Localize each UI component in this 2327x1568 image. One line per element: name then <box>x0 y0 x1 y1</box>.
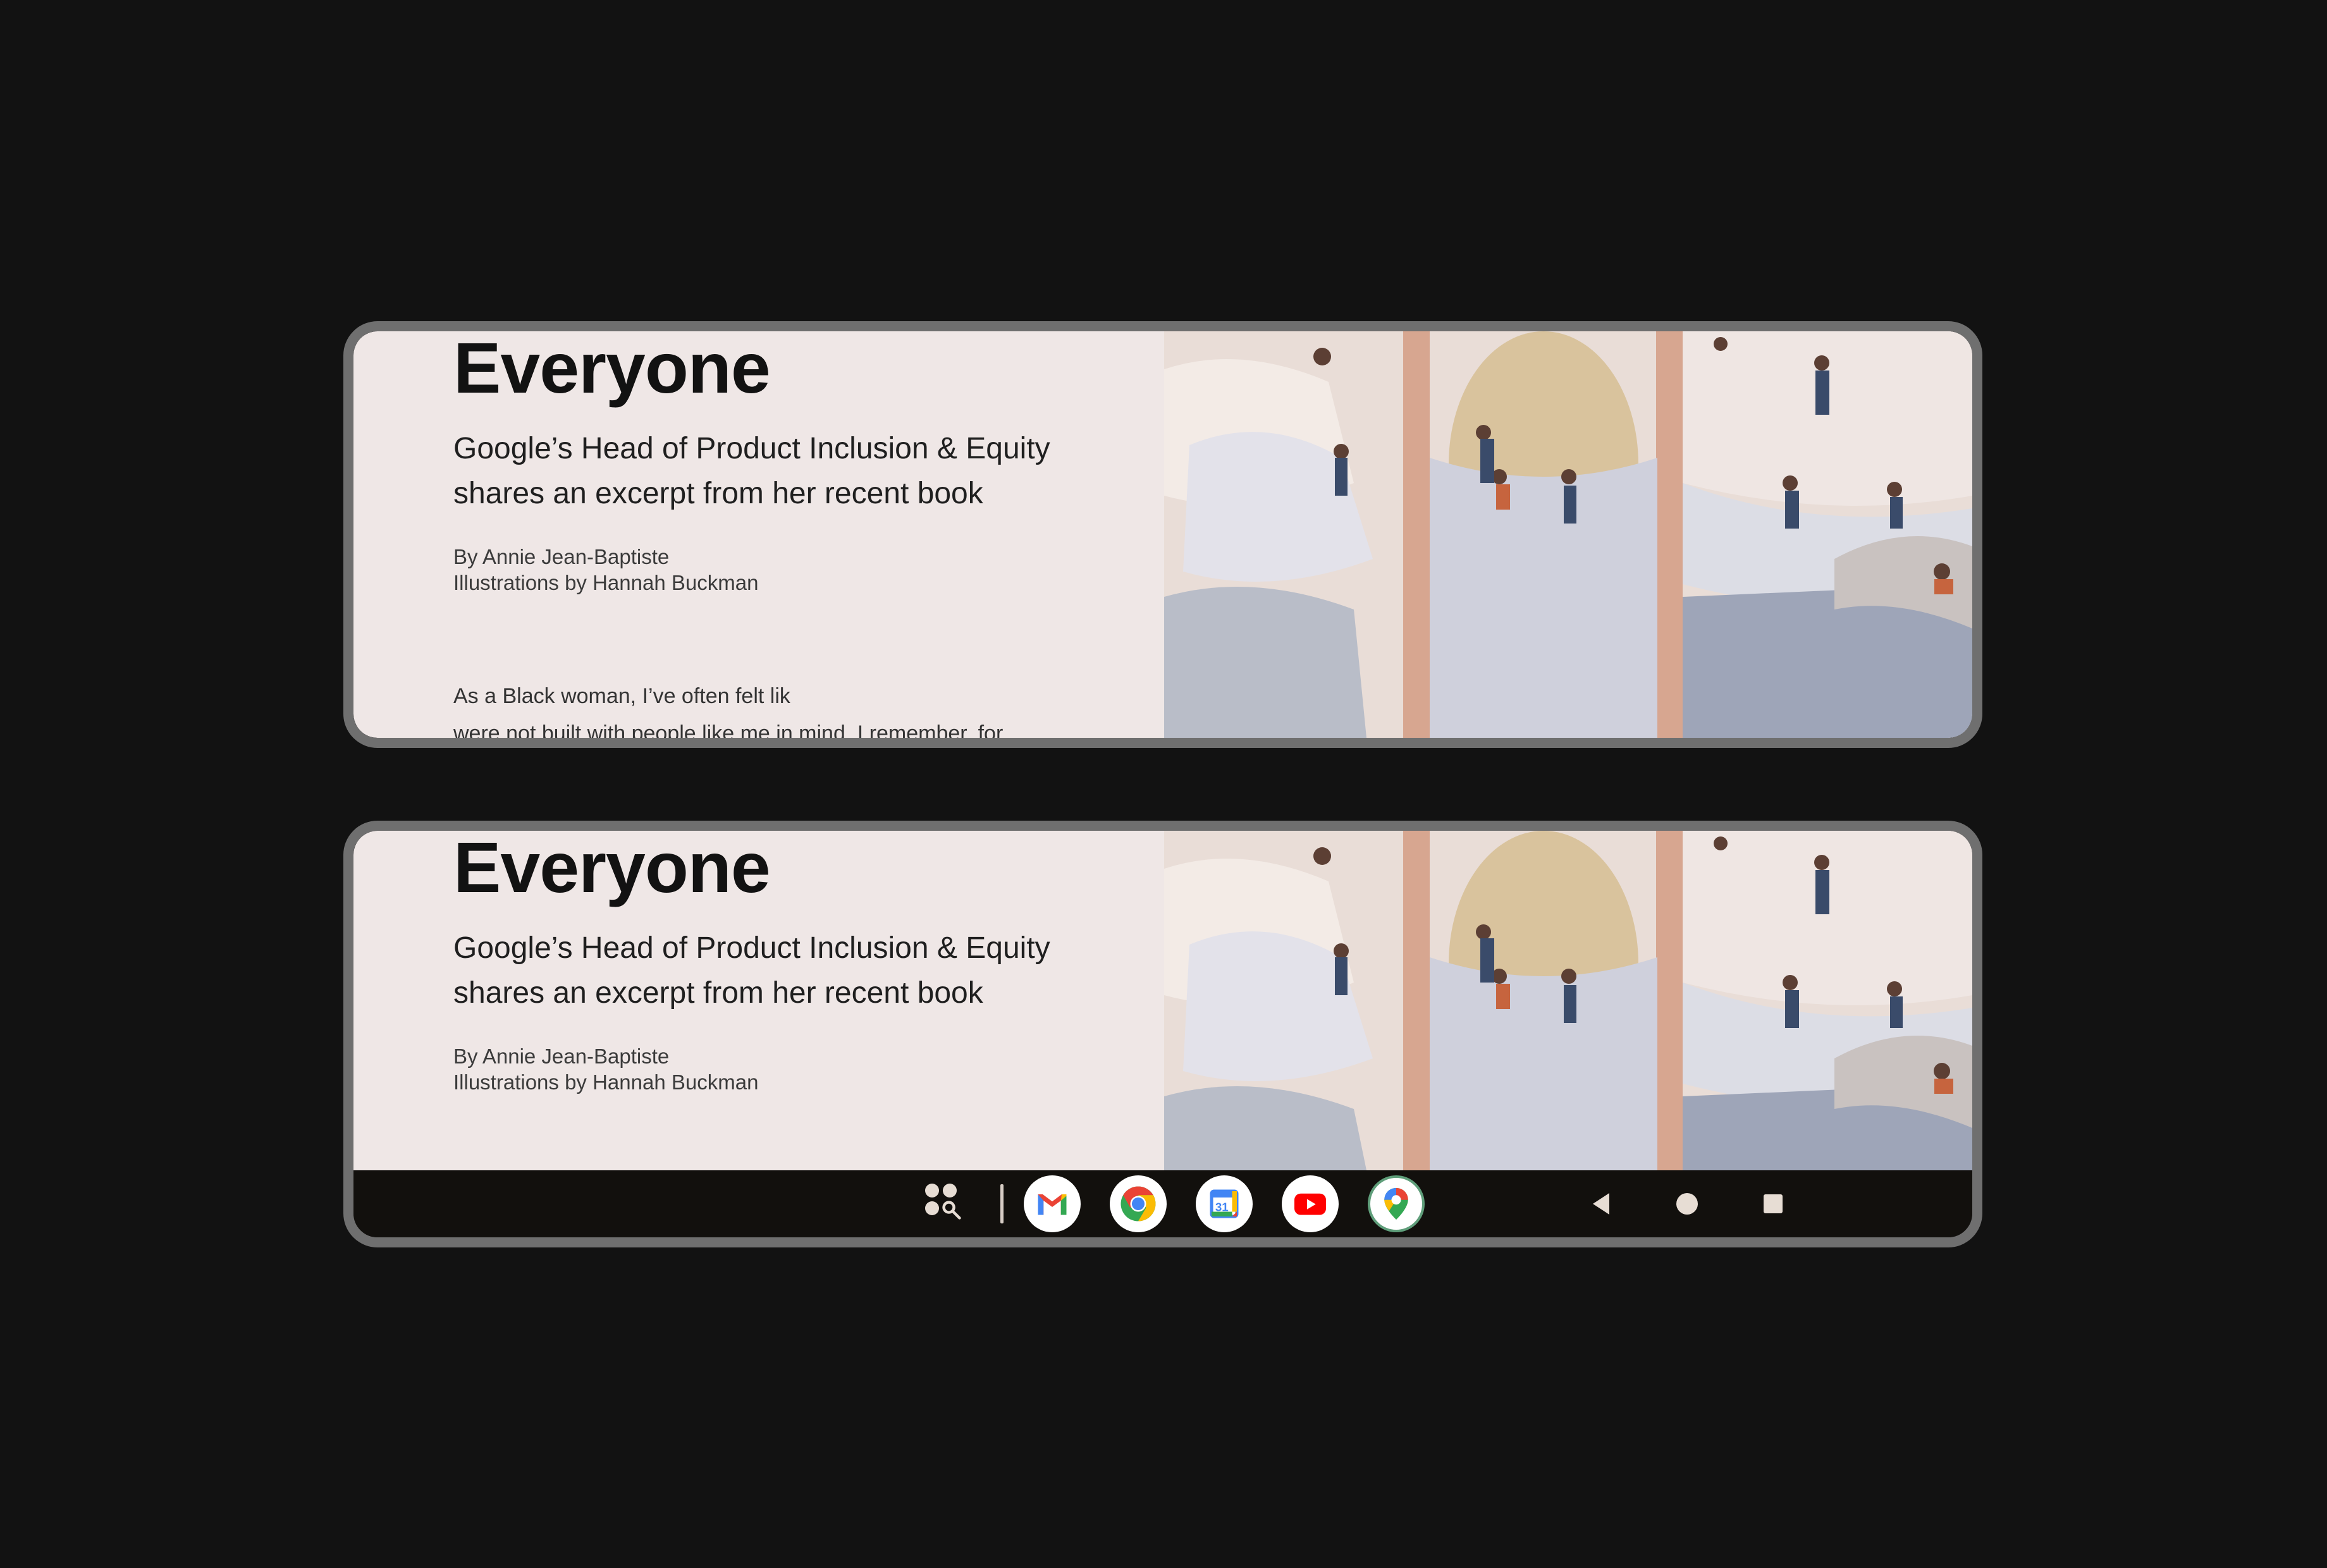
article-subhead: Google’s Head of Product Inclusion & Equ… <box>453 926 1098 1015</box>
app-drawer-search-button[interactable] <box>925 1184 966 1224</box>
calendar-day-number: 31 <box>1215 1200 1229 1213</box>
taskbar-divider <box>1000 1184 1004 1223</box>
device-frame-floating-taskbar: Everyone Google’s Head of Product Inclus… <box>343 321 1982 748</box>
article-byline: By Annie Jean-Baptiste Illustrations by … <box>453 1043 758 1095</box>
article-illustration <box>1164 331 1972 738</box>
byline-illustrator: Illustrations by Hannah Buckman <box>453 571 759 594</box>
byline-illustrator: Illustrations by Hannah Buckman <box>453 1070 759 1094</box>
subhead-line-2: shares an excerpt from her recent book <box>453 477 983 510</box>
gmail-icon <box>1038 1194 1067 1215</box>
subhead-line-1: Google’s Head of Product Inclusion & Equ… <box>453 931 1050 965</box>
article-screen: Everyone Google’s Head of Product Inclus… <box>353 331 1972 738</box>
home-button[interactable] <box>1673 1189 1702 1218</box>
youtube-icon <box>1294 1193 1326 1215</box>
calendar-app-button[interactable]: 31 <box>1196 1175 1253 1232</box>
illustration-image <box>1164 331 1972 738</box>
illustration-image <box>1164 831 1972 1170</box>
article-body: As a Black woman, I’ve often felt lik we… <box>453 678 1060 738</box>
subhead-line-2: shares an excerpt from her recent book <box>453 976 983 1010</box>
maps-app-button[interactable] <box>1368 1175 1425 1232</box>
device-frame-pinned-taskbar: Everyone Google’s Head of Product Inclus… <box>343 821 1982 1247</box>
back-button[interactable] <box>1587 1189 1616 1218</box>
recents-button[interactable] <box>1759 1189 1788 1218</box>
back-icon <box>1593 1193 1609 1215</box>
chrome-app-button[interactable] <box>1110 1175 1167 1232</box>
gmail-app-button[interactable] <box>1024 1175 1081 1232</box>
home-circle-icon <box>1676 1193 1698 1215</box>
byline-author: By Annie Jean-Baptiste <box>453 545 670 568</box>
calendar-icon: 31 <box>1210 1189 1239 1218</box>
article-headline: Everyone <box>453 331 771 408</box>
article-byline: By Annie Jean-Baptiste Illustrations by … <box>453 544 758 596</box>
body-line-1: As a Black woman, I’ve often felt lik <box>453 684 790 708</box>
article-illustration <box>1164 831 1972 1170</box>
pinned-taskbar: 31 <box>353 1170 1972 1237</box>
byline-author: By Annie Jean-Baptiste <box>453 1044 670 1068</box>
body-line-2: were not built with people like me in mi… <box>453 721 1004 738</box>
article-screen: Everyone Google’s Head of Product Inclus… <box>353 831 1972 1170</box>
youtube-app-button[interactable] <box>1282 1175 1339 1232</box>
recents-icon <box>1764 1194 1783 1213</box>
subhead-line-1: Google’s Head of Product Inclusion & Equ… <box>453 432 1050 465</box>
maps-icon <box>1384 1188 1408 1220</box>
search-icon <box>942 1201 961 1220</box>
chrome-icon <box>1121 1186 1156 1222</box>
article-subhead: Google’s Head of Product Inclusion & Equ… <box>453 426 1098 516</box>
article-headline: Everyone <box>453 831 771 907</box>
